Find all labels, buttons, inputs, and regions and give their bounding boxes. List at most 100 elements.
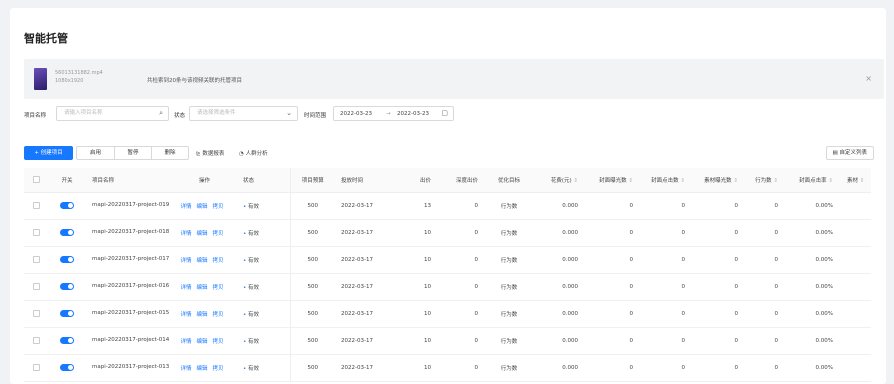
col-header-cover-exp[interactable]: 封面曝光数 ⇕ bbox=[586, 168, 641, 193]
row-checkbox[interactable] bbox=[32, 256, 40, 263]
select-all-checkbox[interactable] bbox=[32, 176, 40, 184]
edit-link[interactable]: 编辑 bbox=[196, 231, 207, 237]
col-header-switch: 开关 bbox=[48, 168, 86, 193]
cost-cell: 0.000 bbox=[532, 219, 586, 247]
row-checkbox[interactable] bbox=[32, 202, 40, 209]
status-placeholder: 请选择筛选条件 bbox=[197, 110, 236, 116]
actions-cell: 0 bbox=[746, 327, 786, 355]
date-start[interactable]: 2022-03-23 bbox=[340, 111, 372, 117]
copy-link[interactable]: 拷贝 bbox=[213, 312, 224, 318]
target-cell: 行为数 bbox=[486, 300, 532, 328]
copy-link[interactable]: 拷贝 bbox=[213, 339, 224, 345]
cover-clk-cell: 0 bbox=[641, 192, 693, 220]
col-header-mat-exp[interactable]: 素材曝光数 ⇕ bbox=[693, 168, 746, 193]
row-checkbox[interactable] bbox=[32, 229, 40, 236]
row-toggle-switch[interactable] bbox=[60, 229, 74, 236]
table-row: mapi-20220317-project-019 详情 编辑 拷贝 • 有效 500 20… bbox=[24, 192, 871, 220]
cost-cell: 0.000 bbox=[532, 192, 586, 220]
copy-link[interactable]: 拷贝 bbox=[213, 285, 224, 291]
material-cell bbox=[841, 246, 871, 274]
edit-link[interactable]: 编辑 bbox=[196, 366, 207, 372]
mat-exp-cell: 0 bbox=[693, 300, 746, 328]
actions-cell: 0 bbox=[746, 354, 786, 382]
row-toggle-switch[interactable] bbox=[60, 283, 74, 290]
create-project-button[interactable]: + 创建项目 bbox=[24, 146, 73, 160]
detail-link[interactable]: 详情 bbox=[180, 339, 191, 345]
copy-link[interactable]: 拷贝 bbox=[213, 204, 224, 210]
date-end[interactable]: 2022-03-23 bbox=[397, 111, 429, 117]
row-toggle-switch[interactable] bbox=[60, 310, 74, 317]
col-header-name: 项目名称 bbox=[86, 168, 172, 193]
date-cell: 2022-03-17 bbox=[335, 354, 393, 382]
target-cell: 行为数 bbox=[486, 219, 532, 247]
col-header-ctr[interactable]: 封面点击率 ⇕ bbox=[786, 168, 841, 193]
video-dimensions: 1080x1920 bbox=[55, 78, 84, 84]
col-header-cost[interactable]: 花费(元) ⇕ bbox=[532, 168, 586, 193]
project-table: 开关 项目名称 操作 状态 项目预算 投放时间 出价 深度出价 优化目标 花费(… bbox=[24, 168, 871, 382]
edit-link[interactable]: 编辑 bbox=[196, 285, 207, 291]
row-checkbox[interactable] bbox=[32, 310, 40, 317]
detail-link[interactable]: 详情 bbox=[180, 366, 191, 372]
edit-link[interactable]: 编辑 bbox=[196, 339, 207, 345]
row-toggle-switch[interactable] bbox=[60, 364, 74, 371]
sort-icon[interactable]: ⇕ bbox=[732, 178, 738, 184]
video-info: 56013131882.mp4 1080x1920 bbox=[55, 69, 103, 85]
edit-link[interactable]: 编辑 bbox=[196, 312, 207, 318]
status-text: 有效 bbox=[248, 338, 260, 345]
project-name: mapi-20220317-project-019 bbox=[92, 202, 170, 208]
close-icon[interactable]: × bbox=[865, 74, 872, 83]
col-header-material[interactable]: 素材 ⇕ bbox=[841, 168, 871, 193]
sort-icon[interactable]: ⇕ bbox=[827, 178, 833, 184]
detail-link[interactable]: 详情 bbox=[180, 258, 191, 264]
project-name: mapi-20220317-project-015 bbox=[92, 310, 170, 316]
sort-icon[interactable]: ⇕ bbox=[572, 178, 578, 184]
pause-button[interactable]: 暂停 bbox=[114, 147, 151, 159]
date-cell: 2022-03-17 bbox=[335, 300, 393, 328]
edit-link[interactable]: 编辑 bbox=[196, 204, 207, 210]
detail-link[interactable]: 详情 bbox=[180, 312, 191, 318]
col-header-ops: 操作 bbox=[172, 168, 237, 193]
detail-link[interactable]: 详情 bbox=[180, 285, 191, 291]
target-cell: 行为数 bbox=[486, 327, 532, 355]
bid-cell: 10 bbox=[393, 246, 439, 274]
sort-icon[interactable]: ⇕ bbox=[679, 178, 685, 184]
detail-link[interactable]: 详情 bbox=[180, 204, 191, 210]
mat-exp-cell: 0 bbox=[693, 354, 746, 382]
detail-link[interactable]: 详情 bbox=[180, 231, 191, 237]
project-name-input[interactable]: 请输入项目名称 ⌕ bbox=[56, 106, 169, 121]
budget-cell: 500 bbox=[289, 246, 335, 274]
row-checkbox[interactable] bbox=[32, 364, 40, 371]
delete-button[interactable]: 删除 bbox=[151, 147, 188, 159]
sort-icon[interactable]: ⇕ bbox=[858, 178, 865, 184]
col-header-cover-clk[interactable]: 封面点击数 ⇕ bbox=[641, 168, 693, 193]
row-toggle-switch[interactable] bbox=[60, 202, 74, 209]
edit-link[interactable]: 编辑 bbox=[196, 258, 207, 264]
status-text: 有效 bbox=[248, 284, 260, 291]
copy-link[interactable]: 拷贝 bbox=[213, 366, 224, 372]
sort-icon[interactable]: ⇕ bbox=[627, 178, 633, 184]
cost-cell: 0.000 bbox=[532, 327, 586, 355]
ctr-cell: 0.00% bbox=[786, 192, 841, 220]
row-toggle-switch[interactable] bbox=[60, 337, 74, 344]
cost-cell: 0.000 bbox=[532, 273, 586, 301]
enable-button[interactable]: 启用 bbox=[77, 147, 114, 159]
row-checkbox[interactable] bbox=[32, 283, 40, 290]
sort-icon[interactable]: ⇕ bbox=[772, 178, 778, 184]
search-icon[interactable]: ⌕ bbox=[159, 107, 163, 120]
cover-exp-cell: 0 bbox=[586, 192, 641, 220]
status-select[interactable]: 请选择筛选条件 ⌄ bbox=[189, 106, 298, 121]
table-row: mapi-20220317-project-016 详情 编辑 拷贝 • 有效 500 20… bbox=[24, 273, 871, 301]
bid-cell: 13 bbox=[393, 192, 439, 220]
bid-cell: 10 bbox=[393, 273, 439, 301]
row-toggle-switch[interactable] bbox=[60, 256, 74, 263]
ctr-cell: 0.00% bbox=[786, 327, 841, 355]
custom-columns-button[interactable]: ▤ 自定义列表 bbox=[825, 146, 874, 160]
status-text: 有效 bbox=[248, 203, 260, 210]
copy-link[interactable]: 拷贝 bbox=[213, 231, 224, 237]
target-cell: 行为数 bbox=[486, 192, 532, 220]
data-report-button[interactable]: ⊵ 数据报表 bbox=[196, 149, 224, 157]
copy-link[interactable]: 拷贝 bbox=[213, 258, 224, 264]
crowd-analysis-button[interactable]: ◔ 人群分析 bbox=[239, 149, 268, 157]
col-header-actions[interactable]: 行为数 ⇕ bbox=[746, 168, 786, 193]
row-checkbox[interactable] bbox=[32, 337, 40, 344]
